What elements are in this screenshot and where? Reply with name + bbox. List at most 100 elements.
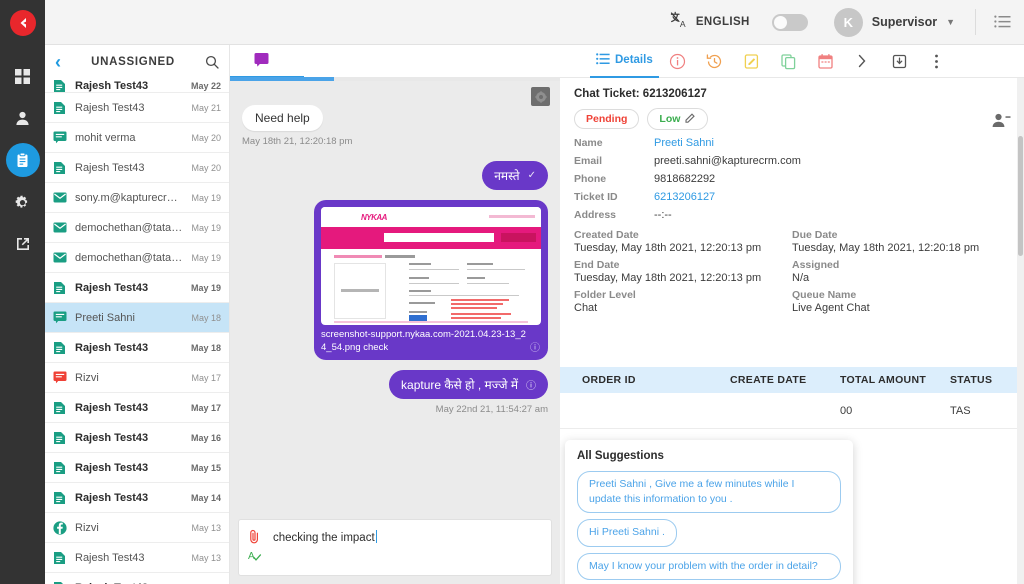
ticket-list-scroll[interactable]: Rajesh Test43 May 22 Rajesh Test43 May 21 mo… [45, 79, 229, 584]
priority-badge[interactable]: Low [647, 108, 709, 130]
detail-field-label: Email [574, 155, 603, 167]
mode-toggle[interactable] [771, 13, 808, 31]
detail-grid-row: Folder Level Chat Queue Name Live Agent Cha… [560, 284, 1024, 314]
detail-field: Email preeti.sahni@kapturecrm.com [560, 152, 1024, 170]
list-menu-icon[interactable] [982, 15, 1024, 29]
list-item[interactable]: Rajesh Test43 May 15 [45, 453, 229, 483]
list-item[interactable]: Preeti Sahni May 18 [45, 303, 229, 333]
cell-status: TAS [950, 404, 971, 417]
list-item[interactable]: sony.m@kapturecrm.com May 19 [45, 183, 229, 213]
message-input[interactable]: checking the impact [273, 530, 378, 544]
user-menu[interactable]: K Supervisor ▼ [833, 7, 955, 37]
scrollbar-thumb[interactable] [230, 77, 334, 81]
sidebar-item-external[interactable] [0, 225, 45, 263]
language-selector[interactable]: A ENGLISH [670, 10, 750, 34]
list-item-name: sony.m@kapturecrm.com [75, 191, 183, 204]
calendar-icon[interactable] [807, 45, 844, 78]
tab-details[interactable]: Details [590, 45, 659, 78]
history-clock-icon[interactable] [696, 45, 733, 78]
chat-bubble-icon [253, 51, 270, 73]
more-vertical-icon[interactable] [918, 45, 955, 78]
list-item-date: May 19 [191, 222, 221, 233]
list-item[interactable]: Rajesh Test43 May 22 [45, 79, 229, 93]
app-logo[interactable] [0, 0, 45, 45]
list-item[interactable]: demochethan@tata.kap... May 19 [45, 213, 229, 243]
detail-field: Name Preeti Sahni [560, 134, 1024, 152]
detail-grid-cell: Assigned N/a [792, 259, 1010, 284]
sidebar-item-tickets[interactable] [0, 141, 45, 179]
chat-horizontal-scrollbar[interactable] [230, 77, 560, 81]
details-body: Chat Ticket: 6213206127 Pending Low Name… [560, 78, 1024, 584]
suggestion-chip[interactable]: Preeti Sahni , Give me a few minutes whi… [577, 471, 841, 514]
top-bar: A ENGLISH K Supervisor ▼ [45, 0, 1024, 45]
column-header-total-amount: TOTAL AMOUNT [840, 374, 927, 386]
message-timestamp: May 18th 21, 12:20:18 pm [242, 136, 353, 147]
list-item-date: May 17 [191, 372, 221, 383]
details-scrollbar[interactable] [1017, 78, 1024, 584]
page-title: Chat Ticket: 6213206127 [574, 88, 707, 100]
detail-field-value[interactable]: Preeti Sahni [654, 137, 714, 149]
list-item-date: May 20 [191, 162, 221, 173]
message-composer[interactable]: checking the impact A [238, 519, 552, 576]
suggestions-popover: All Suggestions Preeti Sahni , Give me a… [565, 440, 853, 584]
chevron-right-icon[interactable] [844, 45, 881, 78]
tab-chat[interactable] [247, 51, 276, 73]
list-item-date: May 19 [191, 192, 221, 203]
list-item[interactable]: Rizvi May 13 [45, 513, 229, 543]
list-item[interactable]: Rizvi May 17 [45, 363, 229, 393]
doc-icon [53, 581, 67, 584]
list-item[interactable]: Rajesh Test43 May 17 [45, 393, 229, 423]
list-item-date: May 15 [190, 462, 221, 473]
list-item[interactable]: Rajesh Test43 May 20 [45, 153, 229, 183]
detail-field-label: Phone [574, 173, 607, 185]
list-item[interactable]: Rajesh Test43 May 18 [45, 333, 229, 363]
list-item-name: mohit verma [75, 131, 136, 144]
ticket-list-header: ‹ UNASSIGNED [45, 45, 229, 79]
list-item-date: May 22 [190, 80, 221, 91]
detail-grid-value: Live Agent Chat [792, 302, 870, 314]
detail-grid-row: Created Date Tuesday, May 18th 2021, 12:2… [560, 224, 1024, 254]
translate-icon: A [670, 10, 689, 34]
details-tab-bar: Details [560, 45, 1024, 78]
list-item-date: May 13 [191, 552, 221, 563]
mail-icon [53, 192, 67, 203]
pencil-icon[interactable] [685, 112, 696, 126]
list-item-name: demochethan@tata.kap... [75, 221, 183, 234]
list-item[interactable]: Rajesh Test43 May 21 [45, 93, 229, 123]
list-item[interactable]: Rajesh Test43May 12 [45, 573, 229, 584]
message-outgoing-image[interactable]: NYKAA screenshot-support.nykaa.com-2021.… [314, 200, 548, 360]
detail-field-list: Name Preeti Sahni Email preeti.sahni@kaptur… [560, 134, 1024, 224]
sidebar-item-dashboard[interactable] [0, 57, 45, 95]
list-item[interactable]: Rajesh Test43 May 19 [45, 273, 229, 303]
table-row[interactable]: 00 TAS [560, 393, 1024, 429]
paperclip-icon[interactable] [248, 529, 261, 549]
edit-note-icon[interactable] [733, 45, 770, 78]
detail-field-value: preeti.sahni@kapturecrm.com [654, 155, 801, 167]
search-icon[interactable] [205, 55, 219, 69]
detail-field-value[interactable]: 6213206127 [654, 191, 715, 203]
facebook-icon [53, 520, 67, 535]
sidebar-item-settings[interactable] [0, 183, 45, 221]
list-item-date: May 13 [191, 522, 221, 533]
suggestion-chip[interactable]: Hi Preeti Sahni . [577, 519, 677, 547]
gear-icon[interactable] [531, 87, 550, 106]
suggestion-chip[interactable]: May I know your problem with the order i… [577, 552, 841, 580]
list-item[interactable]: mohit verma May 20 [45, 123, 229, 153]
sidebar-item-contacts[interactable] [0, 99, 45, 137]
doc-icon [53, 161, 67, 175]
list-item[interactable]: Rajesh Test43 May 13 [45, 543, 229, 573]
info-circle-icon[interactable] [659, 45, 696, 78]
status-badge[interactable]: Pending [574, 109, 640, 129]
left-nav-rail [0, 0, 45, 584]
list-item[interactable]: demochethan@tata.kap... May 19 [45, 243, 229, 273]
copy-files-icon[interactable] [770, 45, 807, 78]
message-outgoing: kapture कैसे हो , मज्जे में ⓘ [242, 369, 548, 399]
person-remove-icon[interactable] [991, 112, 1011, 134]
scrollbar-thumb[interactable] [1018, 136, 1023, 256]
archive-box-icon[interactable] [881, 45, 918, 78]
info-icon[interactable]: ⓘ [530, 339, 540, 354]
list-item[interactable]: Rajesh Test43 May 16 [45, 423, 229, 453]
doc-icon [53, 401, 67, 415]
list-item[interactable]: Rajesh Test43 May 14 [45, 483, 229, 513]
spellcheck-icon[interactable]: A [248, 549, 263, 568]
